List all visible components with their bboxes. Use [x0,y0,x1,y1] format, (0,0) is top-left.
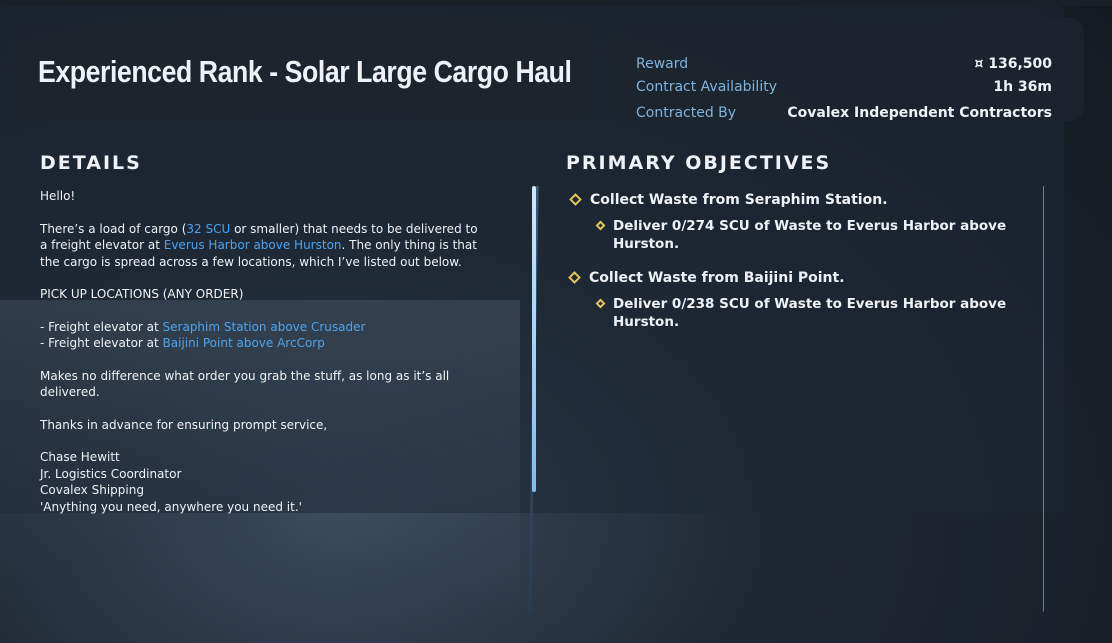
objectives-scrollbar-track[interactable] [1042,186,1044,612]
pickup-location-1: Seraphim Station above Crusader [162,319,366,334]
objective-label: Collect Waste from Seraphim Station. [590,192,888,208]
reward-row: Reward ¤ 136,500 [636,54,1052,74]
contract-info-panel: Reward ¤ 136,500 Contract Availability 1… [610,18,1084,121]
contracted-by-row: Contracted By Covalex Independent Contra… [636,103,1052,123]
signature-company: Covalex Shipping [40,483,144,497]
text-span: - Freight elevator at [40,319,163,334]
top-bar [0,0,1112,6]
contract-title: Experienced Rank - Solar Large Cargo Hau… [38,54,572,89]
signature-motto: 'Anything you need, anywhere you need it… [40,499,302,514]
pickup-location-2: Baijini Point above ArcCorp [162,336,325,350]
pickup-list: - Freight elevator at Seraphim Station a… [40,319,480,352]
sub-objective-item: Deliver 0/238 SCU of Waste to Everus Har… [595,295,1023,331]
thanks-line: Thanks in advance for ensuring prompt se… [40,417,328,432]
details-text[interactable]: Hello! There’s a load of cargo (32 SCU o… [40,188,480,531]
availability-label: Contract Availability [636,79,777,95]
availability-row: Contract Availability 1h 36m [636,77,1052,97]
text-span: - Freight elevator at [40,336,163,350]
objective-item: Collect Waste from Seraphim Station. [569,191,888,209]
objective-label: Collect Waste from Baijini Point. [589,270,845,286]
greeting: Hello! [40,189,76,203]
sub-objective-label: Deliver 0/274 SCU of Waste to Everus Har… [613,218,1007,252]
details-heading: DETAILS [40,152,142,174]
signature-name: Chase Hewitt [40,450,120,464]
sub-objective-item: Deliver 0/274 SCU of Waste to Everus Har… [595,217,1023,253]
sub-objective-label: Deliver 0/238 SCU of Waste to Everus Har… [613,296,1007,330]
signature: Chase Hewitt Jr. Logistics Coordinator C… [40,449,480,515]
pickup-heading: PICK UP LOCATIONS (ANY ORDER) [40,287,244,301]
contract-title-panel: Experienced Rank - Solar Large Cargo Hau… [8,18,592,121]
objective-item: Collect Waste from Baijini Point. [568,269,845,287]
contracted-by-value: Covalex Independent Contractors [787,105,1052,121]
details-paragraph-2: Makes no difference what order you grab … [40,368,450,400]
cargo-size-highlight: 32 SCU [186,221,231,236]
details-scrollbar-thumb[interactable] [532,186,536,492]
signature-title: Jr. Logistics Coordinator [40,466,182,481]
reward-value: ¤ 136,500 [974,56,1052,72]
details-paragraph-1: There’s a load of cargo (32 SCU or small… [40,221,480,271]
destination-highlight: Everus Harbor above Hurston [163,238,342,252]
contracted-by-label: Contracted By [636,105,737,121]
availability-value: 1h 36m [993,79,1052,95]
objectives-heading: PRIMARY OBJECTIVES [566,152,832,174]
pickup-item-2: - Freight elevator at Baijini Point abov… [40,335,480,352]
pickup-item-1: - Freight elevator at Seraphim Station a… [40,319,480,336]
text-span: There’s a load of cargo ( [40,221,187,236]
reward-label: Reward [636,56,689,72]
